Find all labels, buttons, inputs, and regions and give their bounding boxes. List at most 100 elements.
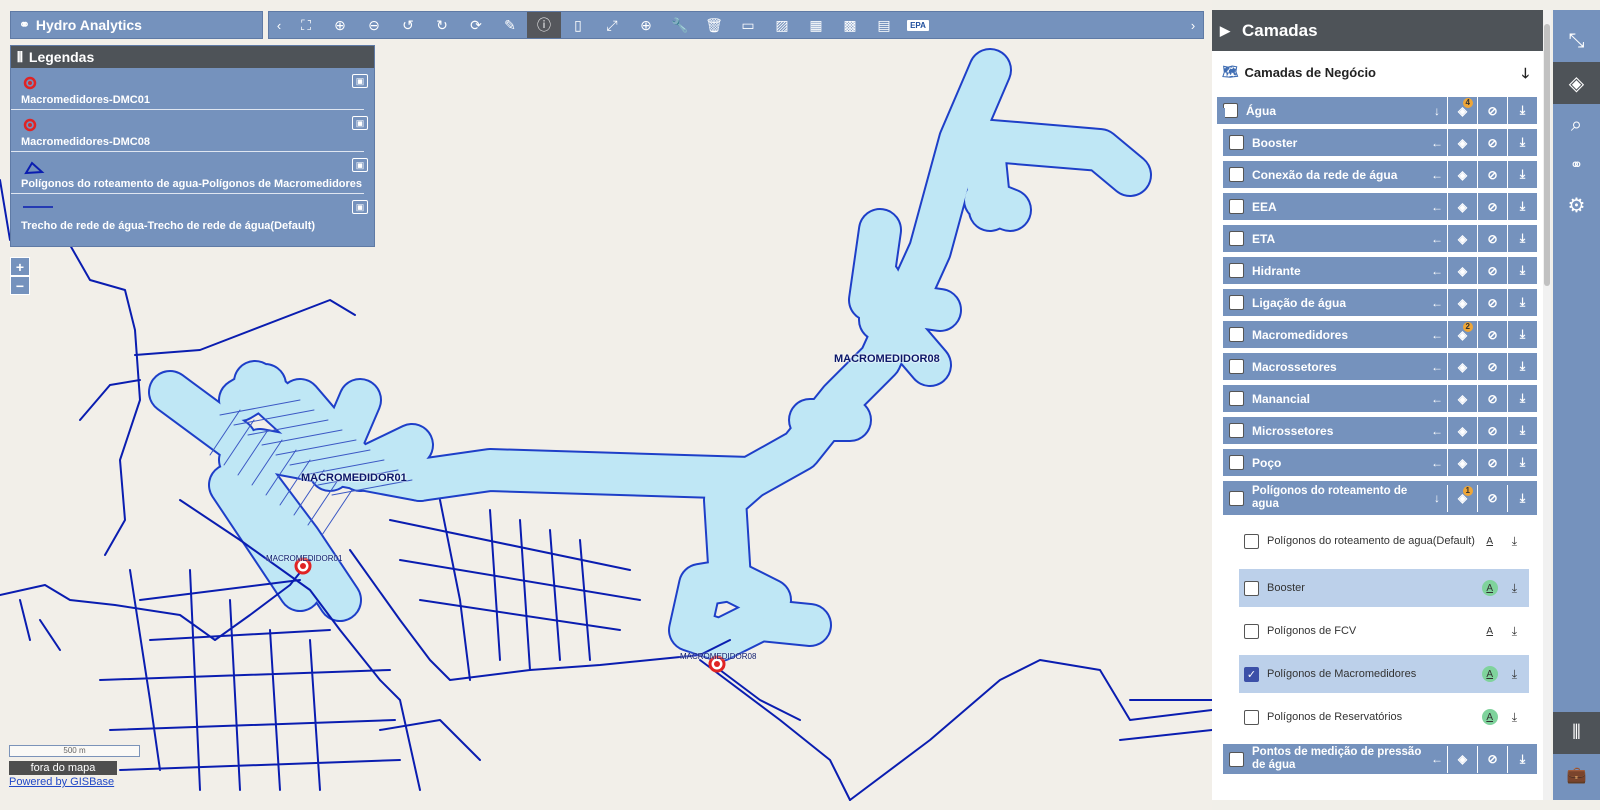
layer-visibility-icon[interactable]: ◈	[1447, 129, 1477, 156]
zoom-out-button[interactable]: ⊖	[357, 12, 391, 38]
layer-checkbox[interactable]	[1229, 455, 1244, 470]
layer-checkbox[interactable]	[1229, 231, 1244, 246]
expand-arrow-icon[interactable]: ↓	[1427, 485, 1447, 512]
style-icon[interactable]: A	[1481, 580, 1498, 596]
style-icon[interactable]: A	[1481, 709, 1498, 725]
toolbar-prev-button[interactable]: ‹	[269, 12, 289, 38]
layer-row[interactable]: Água ↓ ◈ 4 ⊘ ⤓	[1217, 97, 1537, 124]
sublayer-checkbox[interactable]	[1244, 709, 1259, 725]
layer-checkbox[interactable]	[1229, 263, 1244, 278]
sublayer-row[interactable]: Polígonos de Reservatórios A ⤓	[1239, 698, 1529, 736]
download-icon[interactable]: ⤓	[1507, 225, 1537, 252]
layer-visibility-icon[interactable]: ◈	[1447, 449, 1477, 476]
download-icon[interactable]: ⤓	[1507, 353, 1537, 380]
style-icon[interactable]: A	[1482, 623, 1498, 639]
download-icon[interactable]: ⤓	[1512, 534, 1517, 549]
layer-visibility-icon[interactable]: ◈ 4	[1447, 97, 1477, 124]
layer-row[interactable]: Manancial ← ◈ ⊘ ⤓	[1223, 385, 1537, 412]
download-icon[interactable]: ⤓	[1507, 257, 1537, 284]
history-back-button[interactable]: ↺	[391, 12, 425, 38]
layer-row[interactable]: Hidrante ← ◈ ⊘ ⤓	[1223, 257, 1537, 284]
layer-hide-icon[interactable]: ⊘	[1477, 289, 1507, 316]
download-icon[interactable]: ⤓	[1507, 129, 1537, 156]
layer-hide-icon[interactable]: ⊘	[1477, 417, 1507, 444]
epa-button[interactable]: EPA	[901, 12, 935, 38]
layer-checkbox[interactable]	[1229, 135, 1244, 150]
expand-arrow-icon[interactable]: ←	[1427, 385, 1447, 412]
download-icon[interactable]: ⤓	[1507, 161, 1537, 188]
layer-visibility-icon[interactable]: ◈	[1447, 745, 1477, 773]
layer-checkbox[interactable]	[1229, 359, 1244, 374]
layer-hide-icon[interactable]: ⊘	[1477, 484, 1507, 512]
sublayer-checkbox[interactable]: ✓	[1244, 666, 1259, 682]
layer-hide-icon[interactable]: ⊘	[1477, 321, 1507, 348]
expand-arrow-icon[interactable]: ←	[1427, 257, 1447, 284]
download-icon[interactable]: ⤓	[1507, 484, 1537, 512]
download-icon[interactable]: ⤓	[1507, 289, 1537, 316]
download-icon[interactable]: ⤓	[1507, 193, 1537, 220]
expand-arrow-icon[interactable]: ↓	[1427, 97, 1447, 124]
info-button[interactable]: ⓘ	[527, 12, 561, 38]
analytics-icon[interactable]: ⚭	[1553, 144, 1600, 186]
map-canvas[interactable]: MACROMEDIDOR01 MACROMEDIDOR08 MACROMEDID…	[0, 0, 1212, 810]
layer-checkbox[interactable]	[1229, 391, 1244, 406]
zoom-in-button[interactable]: ⊕	[323, 12, 357, 38]
sublayer-checkbox[interactable]	[1244, 533, 1259, 549]
layer-visibility-icon[interactable]: ◈	[1447, 417, 1477, 444]
wrench-button[interactable]: 🔧	[663, 12, 697, 38]
layer-row[interactable]: Polígonos do roteamento de agua ↓ ◈ 1 ⊘ ⤓	[1223, 481, 1537, 515]
settings-icon[interactable]: ⚙	[1553, 184, 1600, 226]
layer-visibility-icon[interactable]: ◈	[1447, 385, 1477, 412]
download-icon[interactable]: ⤓	[1512, 667, 1517, 682]
briefcase-icon[interactable]: 💼	[1553, 754, 1600, 796]
legend-toggle-icon[interactable]: ⫴	[1553, 712, 1600, 754]
layer-hide-icon[interactable]: ⊘	[1477, 97, 1507, 124]
expand-arrow-icon[interactable]: ←	[1427, 129, 1447, 156]
sublayer-checkbox[interactable]	[1244, 580, 1259, 596]
table-button[interactable]: ▤	[867, 12, 901, 38]
search-icon[interactable]: ⌕	[1553, 104, 1600, 146]
layer-row[interactable]: Pontos de medição de pressão de água ← ◈ ⊘ ⤓	[1223, 744, 1537, 774]
layer-row[interactable]: Macromedidores ← ◈ 2 ⊘ ⤓	[1223, 321, 1537, 348]
layer-row[interactable]: Conexão da rede de água ← ◈ ⊘ ⤓	[1223, 161, 1537, 188]
layer-row[interactable]: EEA ← ◈ ⊘ ⤓	[1223, 193, 1537, 220]
download-icon[interactable]: ⤓	[1512, 624, 1517, 639]
layer-checkbox[interactable]	[1229, 490, 1244, 506]
collapse-icon[interactable]: ⤡	[1553, 20, 1600, 62]
sublayer-row[interactable]: Polígonos de FCV A ⤓	[1239, 612, 1529, 650]
layer-row[interactable]: Booster ← ◈ ⊘ ⤓	[1223, 129, 1537, 156]
layer-visibility-icon[interactable]: ◈	[1447, 225, 1477, 252]
zoom-out-button[interactable]: −	[10, 276, 30, 295]
layer-hide-icon[interactable]: ⊘	[1477, 257, 1507, 284]
download-icon[interactable]: ⤓	[1512, 710, 1517, 725]
layer-visibility-icon[interactable]: ◈	[1447, 257, 1477, 284]
layer-visibility-icon[interactable]: ◈ 2	[1447, 321, 1477, 348]
layer-checkbox[interactable]	[1229, 295, 1244, 310]
download-icon[interactable]: ⤓	[1512, 581, 1517, 596]
download-icon[interactable]: ⤓	[1507, 385, 1537, 412]
layer-visibility-icon[interactable]: ◈	[1447, 161, 1477, 188]
layer-hide-icon[interactable]: ⊘	[1477, 385, 1507, 412]
layer-hide-icon[interactable]: ⊘	[1477, 193, 1507, 220]
layer-checkbox[interactable]	[1229, 751, 1244, 767]
layer-row[interactable]: ETA ← ◈ ⊘ ⤓	[1223, 225, 1537, 252]
expand-arrow-icon[interactable]: ←	[1427, 161, 1447, 188]
scrollbar-thumb[interactable]	[1544, 24, 1550, 286]
layer-checkbox[interactable]	[1223, 103, 1238, 118]
download-icon[interactable]: ⤓	[1507, 321, 1537, 348]
download-icon[interactable]: ⤓	[1507, 745, 1537, 773]
expand-arrow-icon[interactable]: ←	[1427, 449, 1447, 476]
expand-arrow-icon[interactable]: ←	[1427, 225, 1447, 252]
history-forward-button[interactable]: ↻	[425, 12, 459, 38]
trash-button[interactable]: 🗑	[697, 12, 731, 38]
layer-visibility-icon[interactable]: ◈	[1447, 289, 1477, 316]
phone-button[interactable]: ▯	[561, 12, 595, 38]
download-icon[interactable]: ⤓	[1507, 417, 1537, 444]
panel-scrollbar[interactable]	[1543, 10, 1551, 800]
zoom-to-layer-icon[interactable]: ▣	[352, 158, 368, 172]
expand-arrow-icon[interactable]: ←	[1427, 321, 1447, 348]
expand-arrow-icon[interactable]: ←	[1427, 353, 1447, 380]
grid-dots-button[interactable]: ▦	[799, 12, 833, 38]
expand-arrow-icon[interactable]: ←	[1427, 746, 1447, 773]
layers-panel-header[interactable]: ▶ Camadas	[1212, 10, 1543, 51]
